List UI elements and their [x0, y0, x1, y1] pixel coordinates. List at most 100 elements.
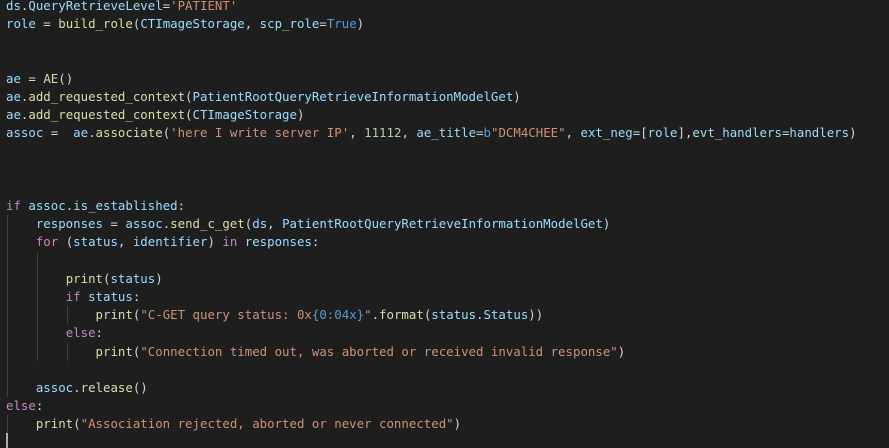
- code-token: :: [177, 198, 186, 214]
- code-line[interactable]: for (status, identifier) in responses:: [6, 233, 889, 252]
- code-token: assoc: [28, 198, 66, 214]
- code-token: ae: [6, 107, 21, 123]
- indent-guide: [7, 378, 8, 398]
- code-line[interactable]: print("Association rejected, aborted or …: [6, 415, 889, 434]
- code-line[interactable]: [6, 360, 889, 379]
- code-line[interactable]: [6, 52, 889, 70]
- code-line[interactable]: print("Connection timed out, was aborted…: [6, 342, 889, 361]
- code-token: ext_neg: [580, 125, 633, 141]
- code-line[interactable]: role = build_role(CTImageStorage, scp_ro…: [6, 15, 889, 33]
- code-token: "DCM4CHEE": [490, 125, 566, 141]
- code-token: "Connection timed out, was aborted or re…: [140, 343, 618, 359]
- code-token: (: [185, 88, 193, 104]
- code-line[interactable]: assoc.release(): [6, 378, 889, 398]
- code-line[interactable]: ae.add_requested_context(PatientRootQuer…: [6, 88, 889, 106]
- code-token: status: [73, 234, 118, 250]
- code-token: True: [326, 16, 357, 32]
- code-token: if: [65, 289, 81, 304]
- code-line[interactable]: else:: [6, 397, 889, 415]
- code-token: ,: [244, 16, 260, 32]
- code-token: ,: [267, 216, 283, 232]
- indent-guide: [36, 342, 38, 361]
- code-token: add_requested_context: [28, 107, 186, 123]
- code-token: QueryRetrieveLevel: [28, 0, 163, 13]
- code-token: .: [88, 125, 96, 141]
- code-line[interactable]: else:: [6, 324, 889, 343]
- code-line[interactable]: [6, 143, 889, 161]
- code-token: "Association rejected, aborted or never …: [80, 416, 454, 432]
- text-cursor: [6, 433, 8, 448]
- code-token: if: [6, 198, 21, 214]
- indent-guide: [36, 288, 38, 307]
- code-token: ,: [349, 125, 365, 141]
- code-token: CTImageStorage: [140, 16, 245, 32]
- code-editor[interactable]: ds.QueryRetrieveLevel='PATIENT' role = bu…: [0, 0, 889, 448]
- code-token: (): [132, 379, 148, 395]
- code-token: .: [371, 307, 380, 323]
- code-token: ,: [117, 234, 133, 250]
- code-token: build_role: [58, 16, 133, 32]
- code-line[interactable]: [6, 251, 889, 270]
- code-token: 'PATIENT': [170, 0, 238, 13]
- code-token: ): [453, 416, 462, 432]
- code-line[interactable]: [6, 161, 889, 179]
- code-token: print: [35, 416, 74, 432]
- code-token: =: [102, 216, 126, 232]
- code-lines[interactable]: ds.QueryRetrieveLevel='PATIENT' role = bu…: [6, 0, 889, 448]
- code-line[interactable]: responses = assoc.send_c_get(ds, Patient…: [6, 215, 889, 234]
- code-line[interactable]: ae = AE(): [6, 70, 889, 88]
- indent-guide: [7, 251, 8, 270]
- code-token: =: [43, 125, 74, 141]
- code-token: ): [155, 270, 163, 286]
- code-token: )): [528, 307, 544, 323]
- code-token: else: [6, 398, 36, 414]
- code-line[interactable]: ae.add_requested_context(CTImageStorage): [6, 106, 889, 124]
- code-token: status: [88, 289, 133, 304]
- code-line[interactable]: print(status): [6, 269, 889, 288]
- code-token: is_established: [73, 198, 178, 214]
- indent-guide: [36, 269, 38, 288]
- code-token: ): [602, 216, 611, 232]
- code-token: (: [58, 234, 74, 250]
- code-token: :: [95, 325, 103, 341]
- code-token: Status: [483, 307, 529, 323]
- indent-guide: [66, 306, 68, 325]
- code-token: else: [65, 325, 96, 341]
- code-line[interactable]: [6, 33, 889, 51]
- indent-guide: [36, 306, 38, 325]
- code-token: status: [110, 270, 156, 286]
- code-token: ): [849, 125, 857, 141]
- code-token: ,: [565, 125, 581, 141]
- code-token: ): [617, 343, 626, 359]
- code-line[interactable]: ds.QueryRetrieveLevel='PATIENT': [6, 0, 889, 15]
- code-token: for: [35, 234, 59, 250]
- code-token: ds: [6, 0, 21, 13]
- code-token: :: [311, 234, 320, 250]
- code-token: :: [35, 398, 44, 414]
- code-token: (: [185, 107, 193, 123]
- code-token: =: [20, 70, 44, 86]
- code-line[interactable]: [6, 179, 889, 197]
- code-token: .: [476, 307, 484, 323]
- code-line[interactable]: [6, 434, 889, 448]
- code-token: 'here I write server IP': [170, 125, 350, 141]
- code-token: ): [356, 16, 365, 32]
- indent-guide: [7, 342, 8, 361]
- indent-guide: [7, 415, 8, 434]
- code-line[interactable]: if assoc.is_established:: [6, 197, 889, 215]
- indent-guide: [7, 306, 8, 325]
- code-line[interactable]: print("C-GET query status: 0x{0:04x}".fo…: [6, 306, 889, 325]
- code-token: .: [73, 379, 81, 395]
- code-token: evt_handlers: [692, 125, 782, 141]
- code-token: (: [73, 416, 81, 432]
- code-line[interactable]: assoc = ae.associate('here I write serve…: [6, 124, 889, 142]
- indent-guide: [7, 360, 8, 379]
- code-line[interactable]: if status:: [6, 288, 889, 307]
- code-token: ): [207, 234, 223, 250]
- code-token: =: [35, 16, 59, 32]
- code-token: ds: [252, 216, 268, 232]
